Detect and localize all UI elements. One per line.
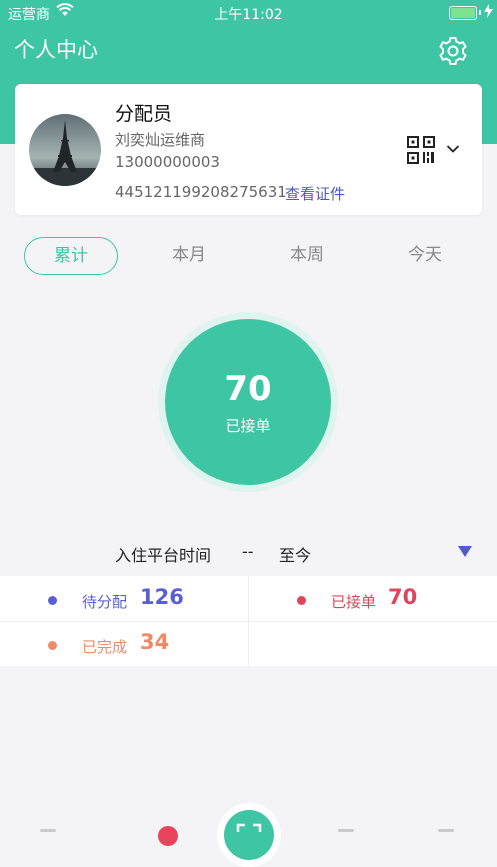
stat-accepted[interactable]: 已接单 70 — [249, 576, 497, 621]
stat-completed[interactable]: 已完成 34 — [0, 622, 248, 667]
clock: 上午11:02 — [214, 7, 283, 23]
stat-pending[interactable]: 待分配 126 — [0, 576, 248, 621]
status-dot — [297, 596, 306, 605]
tab-bar-icon[interactable] — [338, 829, 354, 832]
scan-icon — [224, 810, 274, 860]
battery-tip — [479, 10, 481, 15]
stat-value: 70 — [388, 585, 418, 609]
summary-value: 70 — [224, 369, 272, 409]
charging-icon — [484, 4, 493, 18]
triangle-down-icon[interactable] — [458, 546, 472, 557]
summary-circle: 70 已接单 — [165, 319, 331, 485]
tab-bar-icon[interactable] — [438, 829, 454, 832]
scan-button[interactable] — [217, 803, 281, 867]
summary-label: 已接单 — [225, 417, 271, 435]
view-certificate-link[interactable]: 查看证件 — [285, 183, 345, 204]
date-range-label: 入住平台时间 — [115, 546, 212, 565]
notification-badge — [158, 826, 178, 846]
status-dot — [48, 641, 57, 650]
qr-code-icon[interactable] — [407, 136, 435, 164]
date-range-selector[interactable]: 入住平台时间 -- 至今 — [0, 530, 497, 574]
tab-cumulative[interactable]: 累计 — [24, 237, 118, 275]
profile-role: 分配员 — [115, 103, 173, 125]
profile-card[interactable]: 分配员 刘奕灿运维商 13000000003 44512119920827563… — [15, 84, 482, 215]
stat-label: 已接单 — [331, 593, 377, 611]
stat-value: 126 — [140, 585, 184, 609]
profile-company: 刘奕灿运维商 — [115, 131, 206, 149]
tab-today[interactable]: 今天 — [379, 237, 471, 273]
profile-id-number: 445121199208275631 — [115, 183, 287, 201]
avatar[interactable] — [29, 114, 101, 186]
status-bar: 运营商 上午11:02 — [0, 0, 497, 26]
date-range-end: 至今 — [279, 546, 312, 565]
status-dot — [48, 596, 57, 605]
date-range-separator: -- — [242, 542, 254, 561]
period-tabs: 累计 本月 本周 今天 — [0, 237, 497, 275]
profile-phone: 13000000003 — [115, 153, 220, 171]
stats-grid: 待分配 126 已接单 70 已完成 34 — [0, 576, 497, 666]
tab-bar-icon[interactable] — [40, 829, 56, 832]
battery-icon — [449, 6, 477, 20]
stat-label: 已完成 — [82, 638, 128, 656]
chevron-down-icon[interactable] — [446, 144, 460, 154]
page-title: 个人中心 — [14, 38, 98, 62]
stat-value: 34 — [140, 630, 170, 654]
tab-this-month[interactable]: 本月 — [143, 237, 235, 273]
gear-icon[interactable] — [437, 35, 469, 67]
stat-label: 待分配 — [82, 593, 128, 611]
tab-this-week[interactable]: 本周 — [261, 237, 353, 273]
